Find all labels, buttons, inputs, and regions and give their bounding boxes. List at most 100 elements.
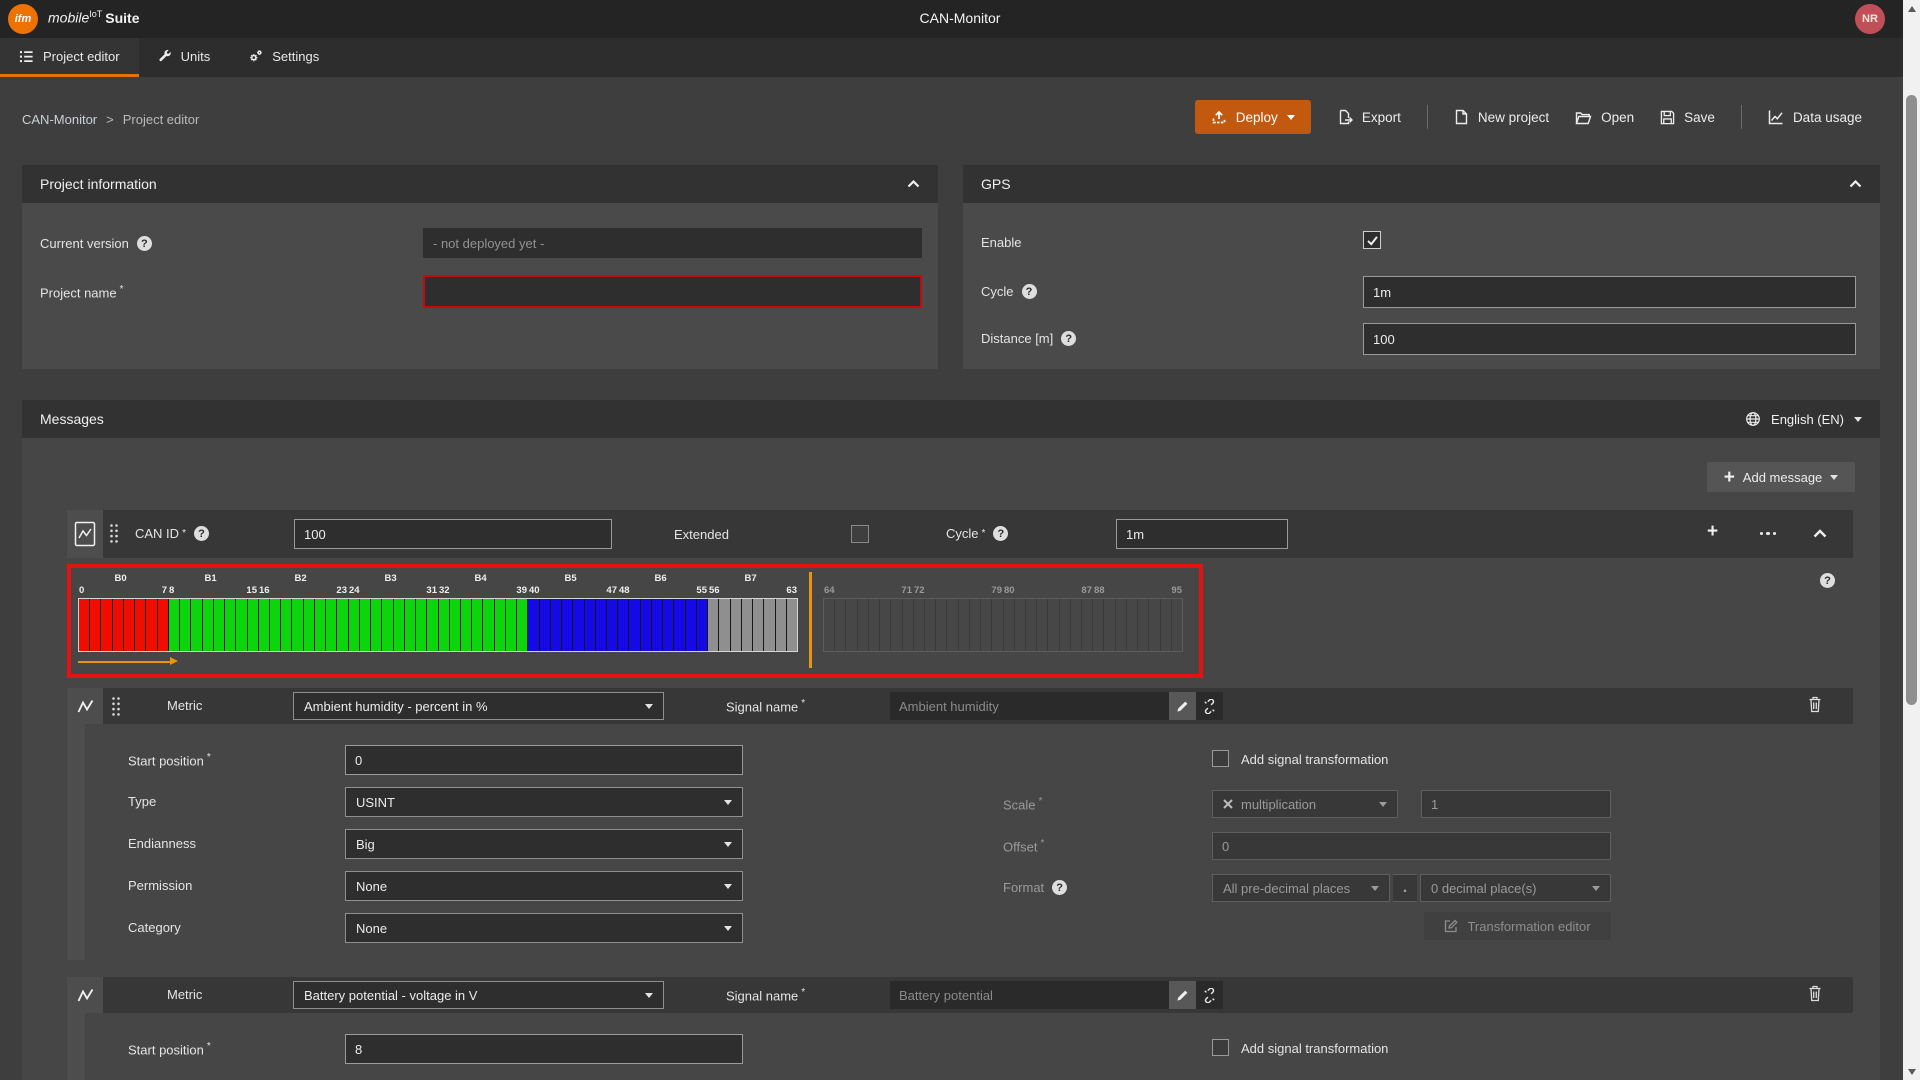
edit-signal-name-button[interactable] — [1169, 692, 1196, 720]
drag-handle[interactable] — [111, 696, 121, 717]
bit-grid-active-bytes[interactable]: B007B1815B21623B32431B43239B54047B64855B… — [78, 568, 798, 674]
bit-cell[interactable] — [416, 599, 427, 651]
bit-cell[interactable] — [405, 599, 416, 651]
help-icon[interactable]: ? — [137, 236, 152, 251]
bit-cell[interactable] — [517, 599, 528, 651]
bit-cell[interactable] — [146, 599, 157, 651]
breadcrumb-parent[interactable]: CAN-Monitor — [22, 112, 97, 127]
scrollbar-thumb[interactable] — [1906, 95, 1917, 705]
bit-cell[interactable] — [891, 599, 902, 651]
chevron-up-icon[interactable] — [1849, 180, 1862, 188]
help-icon[interactable]: ? — [993, 526, 1008, 541]
transformation-editor-button[interactable]: Transformation editor — [1424, 912, 1611, 940]
bit-cell[interactable] — [1149, 599, 1160, 651]
bit-cell[interactable] — [663, 599, 674, 651]
project-name-field[interactable] — [423, 275, 922, 308]
bit-cell[interactable] — [697, 599, 708, 651]
bit-cell[interactable] — [776, 599, 787, 651]
bit-cell[interactable] — [528, 599, 539, 651]
bit-cell[interactable] — [158, 599, 169, 651]
can-id-field[interactable] — [294, 519, 612, 549]
signal-name-field[interactable] — [890, 981, 1169, 1009]
chevron-up-icon[interactable] — [907, 180, 920, 188]
bit-cell[interactable] — [992, 599, 1003, 651]
save-button[interactable]: Save — [1660, 110, 1715, 125]
bit-cell[interactable] — [259, 599, 270, 651]
help-icon[interactable]: ? — [1061, 331, 1076, 346]
help-icon[interactable]: ? — [1022, 284, 1037, 299]
format-decimal-select[interactable]: 0 decimal place(s) — [1420, 874, 1611, 902]
bit-cell[interactable] — [835, 599, 846, 651]
deploy-button[interactable]: Deploy — [1195, 100, 1311, 134]
bit-cell[interactable] — [225, 599, 236, 651]
help-icon[interactable]: ? — [1052, 880, 1067, 895]
bit-cell[interactable] — [753, 599, 764, 651]
open-button[interactable]: Open — [1575, 110, 1634, 125]
bit-cell[interactable] — [1093, 599, 1104, 651]
bit-cell[interactable] — [1116, 599, 1127, 651]
bit-cell[interactable] — [79, 599, 90, 651]
gps-enable-checkbox[interactable] — [1363, 231, 1381, 249]
new-project-button[interactable]: New project — [1454, 109, 1549, 125]
bit-cell[interactable] — [540, 599, 551, 651]
bit-cell[interactable] — [1048, 599, 1059, 651]
bit-cell[interactable] — [191, 599, 202, 651]
bit-cell[interactable] — [573, 599, 584, 651]
message-cycle-field[interactable] — [1116, 519, 1288, 549]
bit-cell[interactable] — [236, 599, 247, 651]
scale-operation-select[interactable]: multiplication — [1212, 790, 1398, 818]
bit-cell[interactable] — [686, 599, 697, 651]
bit-cell[interactable] — [1071, 599, 1082, 651]
project-information-header[interactable]: Project information — [22, 165, 938, 203]
unlink-icon[interactable] — [1196, 981, 1223, 1009]
bit-cell[interactable] — [731, 599, 742, 651]
language-selector[interactable]: English (EN) — [1745, 411, 1862, 427]
help-icon[interactable]: ? — [1820, 573, 1835, 588]
bit-cell[interactable] — [1060, 599, 1071, 651]
bit-cell[interactable] — [925, 599, 936, 651]
drag-handle[interactable] — [109, 523, 119, 544]
start-position-field[interactable] — [345, 1034, 743, 1064]
edit-signal-name-button[interactable] — [1169, 981, 1196, 1009]
bit-cell[interactable] — [382, 599, 393, 651]
bit-cell[interactable] — [914, 599, 925, 651]
permission-select[interactable]: None — [345, 871, 743, 901]
tab-project-editor[interactable]: Project editor — [0, 38, 139, 77]
data-usage-button[interactable]: Data usage — [1768, 109, 1862, 125]
bit-cell[interactable] — [495, 599, 506, 651]
bit-cell[interactable] — [281, 599, 292, 651]
metric-select[interactable]: Battery potential - voltage in V — [293, 981, 664, 1009]
export-button[interactable]: Export — [1337, 109, 1401, 125]
scrollbar[interactable] — [1903, 0, 1920, 1080]
bit-cell[interactable] — [970, 599, 981, 651]
bit-cell[interactable] — [304, 599, 315, 651]
bit-cell[interactable] — [349, 599, 360, 651]
bit-cells-row[interactable] — [823, 598, 1183, 652]
bit-cell[interactable] — [1172, 599, 1182, 651]
bit-cell[interactable] — [248, 599, 259, 651]
add-message-button[interactable]: + Add message — [1707, 462, 1855, 492]
bit-cell[interactable] — [585, 599, 596, 651]
type-select[interactable]: USINT — [345, 787, 743, 817]
gps-distance-field[interactable] — [1363, 323, 1856, 355]
bit-cell[interactable] — [180, 599, 191, 651]
bit-cell[interactable] — [708, 599, 719, 651]
bit-cell[interactable] — [858, 599, 869, 651]
start-position-field[interactable] — [345, 745, 743, 775]
bit-cell[interactable] — [674, 599, 685, 651]
unlink-icon[interactable] — [1196, 692, 1223, 720]
bit-cell[interactable] — [959, 599, 970, 651]
scroll-up-button[interactable] — [1903, 0, 1920, 17]
more-options-icon[interactable] — [1760, 532, 1776, 535]
bit-cell[interactable] — [1004, 599, 1015, 651]
bit-cell[interactable] — [337, 599, 348, 651]
user-avatar[interactable]: NR — [1855, 4, 1885, 34]
bit-cell[interactable] — [846, 599, 857, 651]
bit-cell[interactable] — [439, 599, 450, 651]
bit-cell[interactable] — [360, 599, 371, 651]
bit-cell[interactable] — [461, 599, 472, 651]
bit-cell[interactable] — [947, 599, 958, 651]
bit-cell[interactable] — [214, 599, 225, 651]
bit-cell[interactable] — [506, 599, 517, 651]
delete-signal-icon[interactable] — [1808, 696, 1822, 713]
